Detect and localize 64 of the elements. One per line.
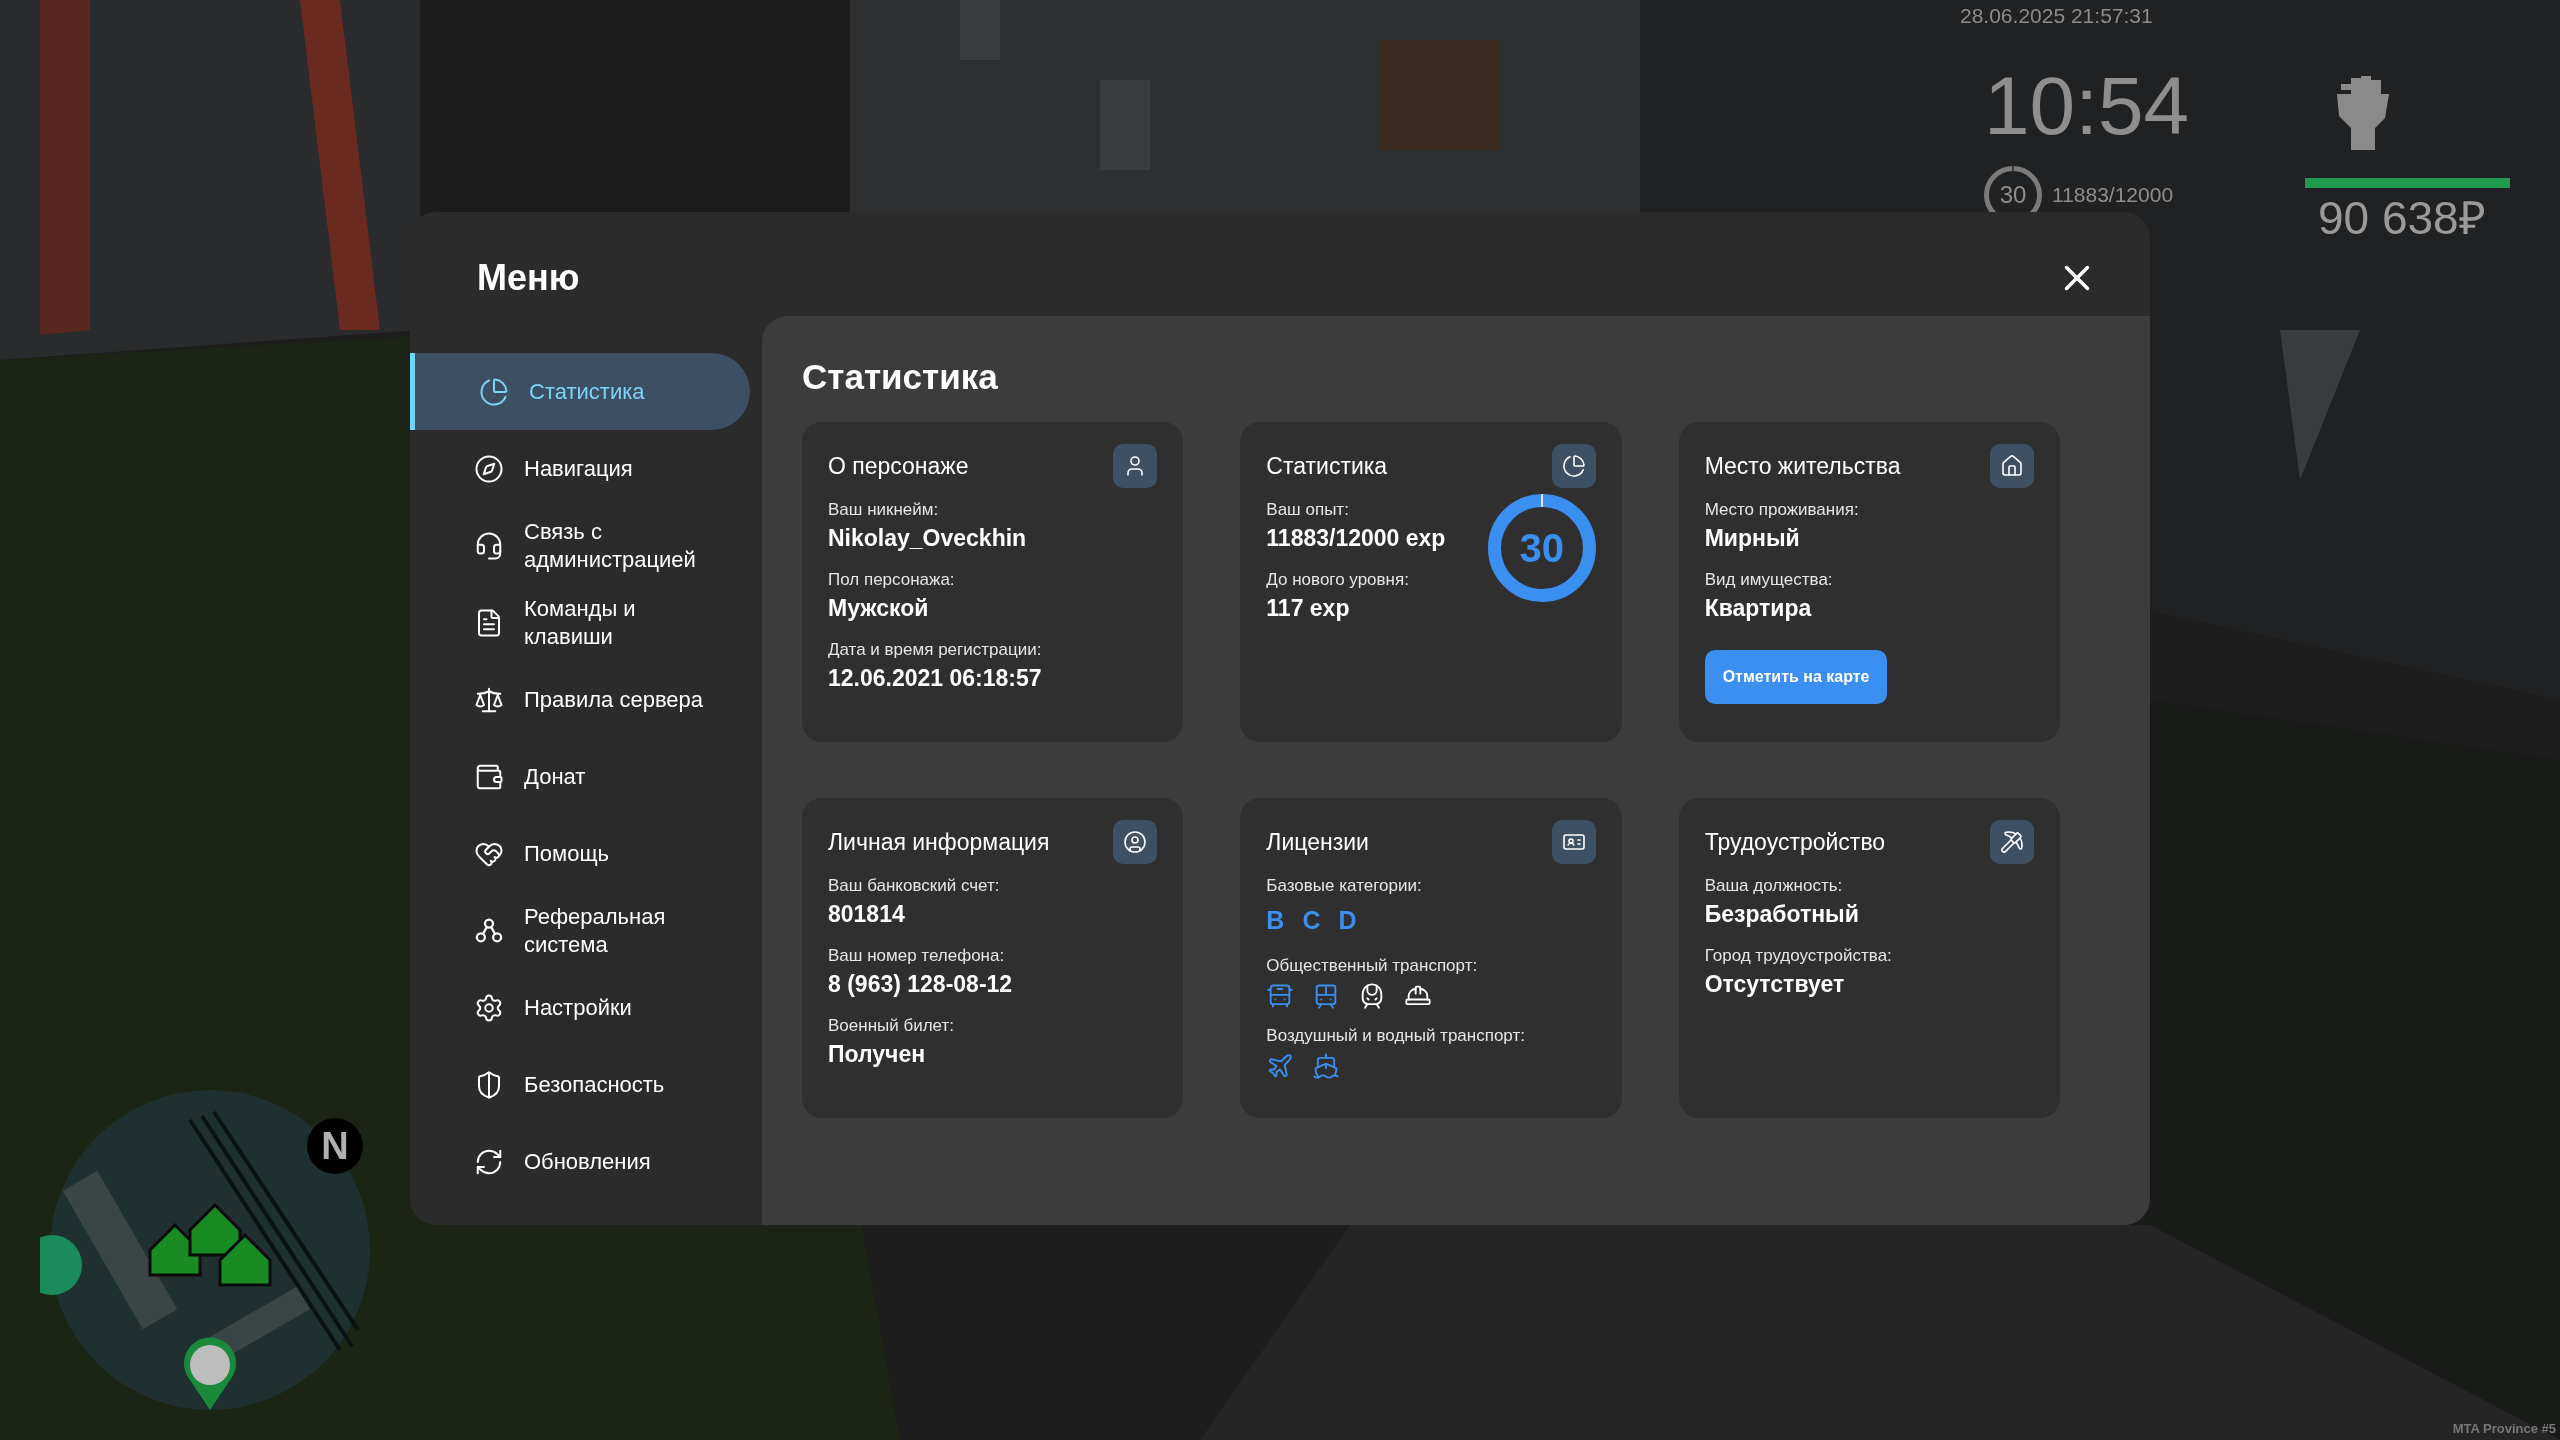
menu-item[interactable]: Реферальная система [410,892,750,969]
field-label: Ваша должность: [1704,875,1844,897]
card-title: О персонаже [828,451,969,481]
card-title: Трудоустройство [1704,827,1886,857]
menu-item[interactable]: Связь с администрацией [410,507,750,584]
menu-item[interactable]: Команды и клавиши [410,584,750,661]
field-label: Воздушный и водный транспорт: [1266,1024,1526,1047]
headset-icon [474,530,504,561]
card-title: Статистика [1266,451,1388,481]
pie-chart-icon [479,376,509,407]
field-value: 11883/12000 exp [1266,524,1446,553]
field-label: Ваш банковский счет: [828,875,1001,897]
field-label: Вид имущества: [1704,569,1834,591]
pickaxe-icon [2000,830,2024,854]
field-value: Мужской [828,594,930,623]
field-value: Мирный [1704,524,1801,553]
license-category: D [1338,905,1357,936]
exp-counter: 11883/12000 [2052,182,2174,209]
card-title: Место жительства [1704,451,1901,481]
date-time: 28.06.2025 21:57:31 [1960,3,2153,29]
menu-title: Меню [477,256,580,300]
settings-icon [474,992,504,1023]
field-label: Пол персонажа: [828,569,956,591]
field-label: Ваш номер телефона: [828,945,1006,967]
compass-icon [474,453,504,484]
field-label: Общественный транспорт: [1266,954,1479,977]
field-label: Базовые категории: [1266,875,1423,897]
menu-item[interactable]: Обновления [410,1123,750,1200]
user-circle-icon [1123,830,1148,854]
level-number: 30 [1519,528,1564,568]
field-value: 117 exp [1266,594,1351,623]
menu-item[interactable]: Навигация [410,430,750,507]
license-category: C [1302,905,1321,936]
menu-item[interactable]: Безопасность [410,1046,750,1123]
field-label: Ваш никнейм: [828,499,940,521]
level-number: 30 [1999,183,2027,207]
field-label: До нового уровня: [1266,569,1410,591]
field-value: Получен [828,1040,927,1069]
license-category: B [1266,905,1285,936]
clock: 10:54 [1984,59,2190,153]
field-value: 801814 [828,900,906,929]
card-title: Личная информация [828,827,1050,857]
menu-item[interactable]: Донат [410,738,750,815]
card-title: Лицензии [1266,827,1369,857]
field-value: 8 (963) 128-08-12 [828,970,1014,999]
field-label: Ваш опыт: [1266,499,1350,521]
menu-item[interactable]: Помощь [410,815,750,892]
field-label: Город трудоустройства: [1704,945,1893,967]
field-value: Квартира [1704,594,1813,623]
server-label: MTA Province #5 [2452,1419,2556,1438]
field-label: Место проживания: [1704,499,1860,521]
field-value: 12.06.2021 06:18:57 [828,664,1043,693]
menu-item[interactable]: Правила сервера [410,661,750,738]
field-label: Дата и время регистрации: [828,639,1043,661]
money-amount: 90 638₽ [2318,191,2486,246]
menu-item[interactable]: Статистика [410,353,750,430]
pie-chart-icon [1561,454,1586,478]
menu-item[interactable]: Настройки [410,969,750,1046]
field-value: Безработный [1704,900,1860,929]
field-value: Отсутствует [1704,970,1846,999]
house-icon [2000,454,2024,478]
field-value: Nikolay_Oveckhin [828,524,1028,553]
field-label: Военный билет: [828,1015,955,1037]
section-title: Статистика [802,356,999,398]
